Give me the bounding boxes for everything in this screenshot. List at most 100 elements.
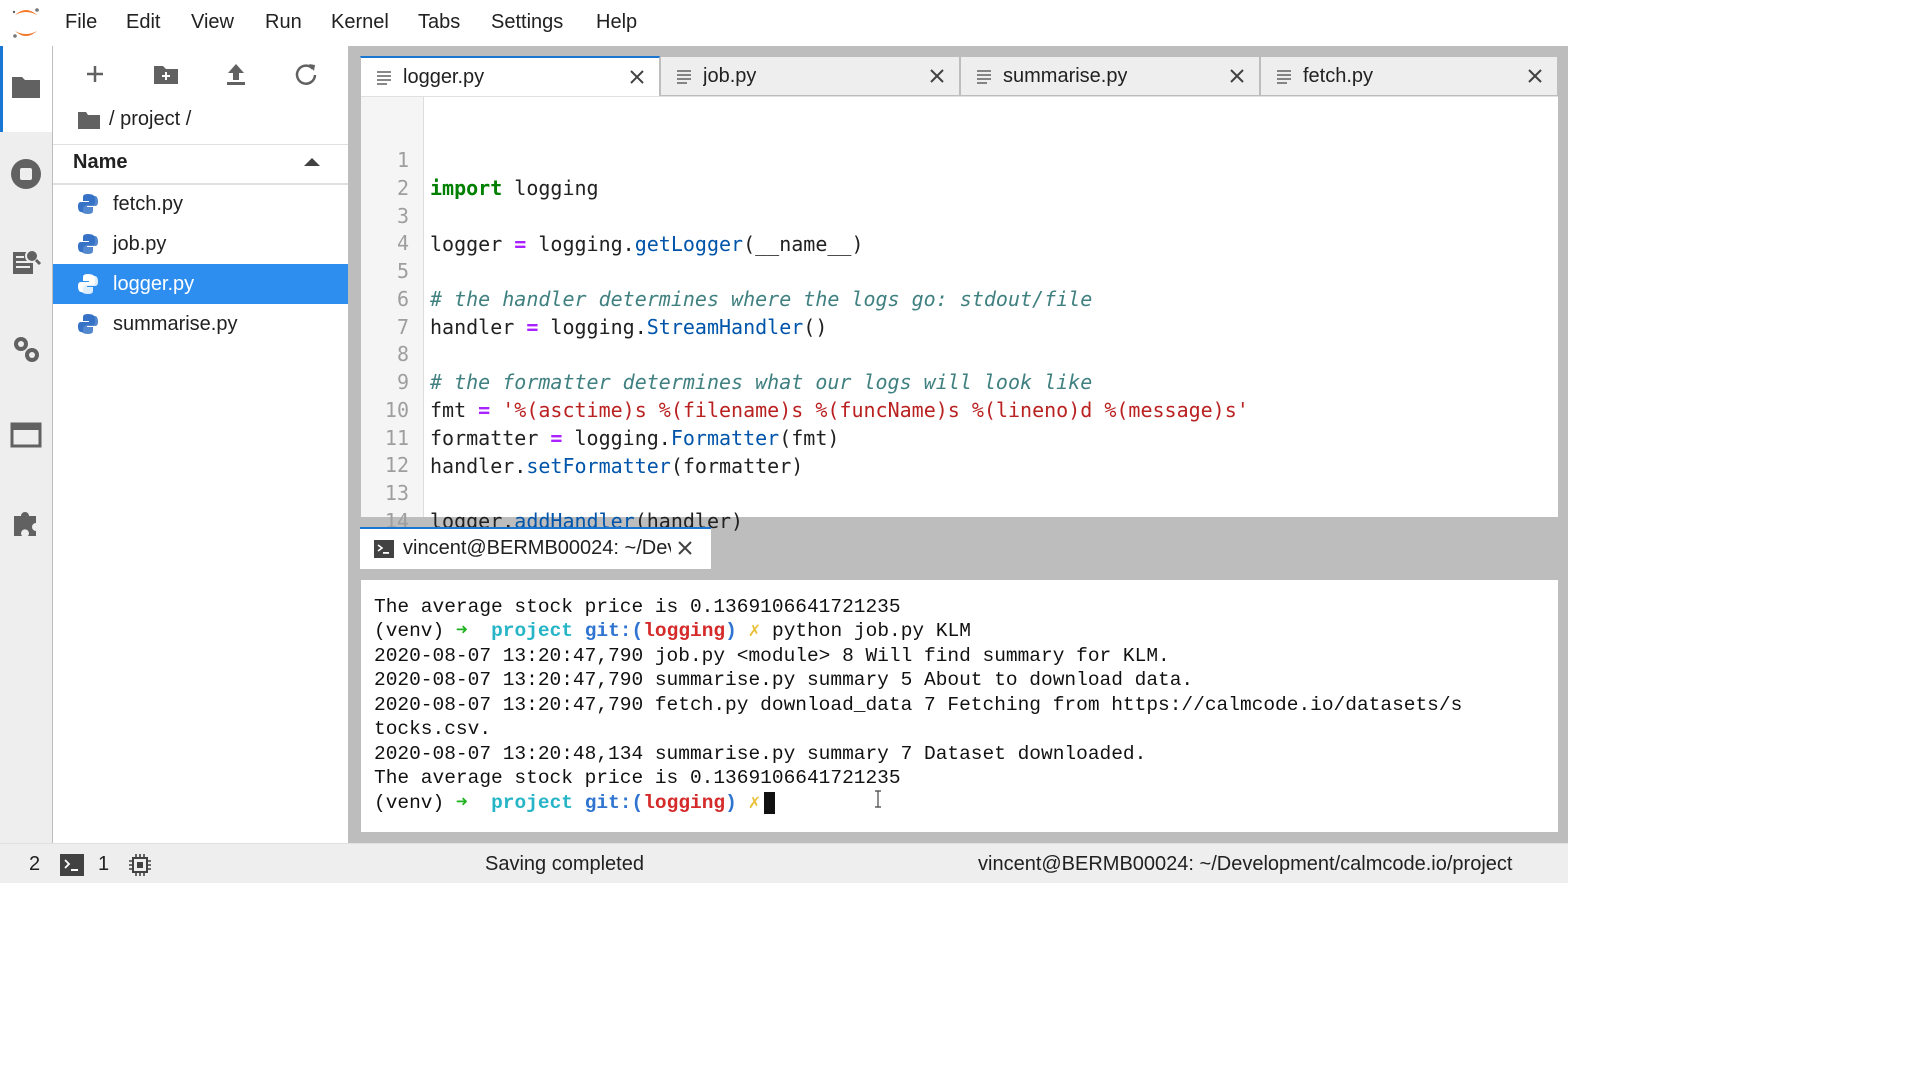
extensions-puzzle-icon[interactable] <box>10 506 42 538</box>
file-item[interactable]: summarise.py <box>53 304 348 344</box>
tab-terminal[interactable]: vincent@BERMB00024: ~/Development/calmco… <box>360 527 711 569</box>
listing-header[interactable]: Name <box>53 144 348 185</box>
prompt-branch: logging <box>643 792 726 814</box>
upload-icon[interactable] <box>222 60 250 88</box>
menu-file[interactable]: File <box>65 11 97 34</box>
function-name: getLogger <box>634 232 744 256</box>
terminal-line: 2020-08-07 13:20:48,134 summarise.py sum… <box>374 743 1147 765</box>
terminal-output[interactable]: The average stock price is 0.13691066417… <box>361 580 1558 832</box>
running-sessions-icon[interactable] <box>10 158 42 190</box>
menu-kernel[interactable]: Kernel <box>331 11 389 34</box>
keyword: import <box>430 176 503 200</box>
panel-splitter[interactable] <box>348 46 360 843</box>
close-icon[interactable] <box>675 538 695 558</box>
folder-icon[interactable] <box>77 110 101 130</box>
tab-label: logger.py <box>403 66 485 88</box>
code-line: 6 handler = logging.StreamHandler() <box>361 257 827 339</box>
close-icon[interactable] <box>627 67 647 87</box>
file-name: fetch.py <box>113 193 184 215</box>
tab-job-py[interactable]: job.py <box>660 56 960 96</box>
code-text: logger <box>430 232 515 256</box>
code-line: 5 # the handler determines where the log… <box>361 229 1092 311</box>
code-text: (fmt) <box>779 426 840 450</box>
code-line: 13 logger.addHandler(handler) <box>361 451 743 533</box>
text-file-icon <box>1277 70 1291 84</box>
kernel-count[interactable]: 1 <box>98 853 109 876</box>
code-text: logging <box>502 176 599 200</box>
tab-label: vincent@BERMB00024: ~/Development/calmco… <box>403 537 671 559</box>
sort-ascending-icon[interactable] <box>304 158 320 166</box>
comment: # the handler determines where the logs … <box>430 287 1093 311</box>
status-bar: 2 1 Saving completed vincent@BERMB00024:… <box>0 843 1568 883</box>
code-editor[interactable]: 1 import logging 2 3 logger = logging.ge… <box>361 96 1558 533</box>
comment: # the formatter determines what our logs… <box>430 370 1093 394</box>
commands-icon[interactable] <box>10 246 42 278</box>
code-line: 4 <box>361 201 409 255</box>
terminal-icon[interactable] <box>60 854 84 876</box>
jupyter-logo-icon <box>12 8 39 38</box>
close-icon[interactable] <box>927 66 947 86</box>
menu-help[interactable]: Help <box>596 11 637 34</box>
prompt-git-close: ) <box>725 620 737 642</box>
prompt-command: python job.py KLM <box>772 620 971 642</box>
breadcrumb: / project / <box>77 108 191 131</box>
kernel-chip-icon[interactable] <box>128 853 152 877</box>
terminal-line: 2020-08-07 13:20:47,790 fetch.py downloa… <box>374 694 1463 716</box>
string-literal: '%(asctime)s %(filename)s %(funcName)s %… <box>502 398 1249 422</box>
close-icon[interactable] <box>1227 66 1247 86</box>
tab-logger-py[interactable]: logger.py <box>360 56 660 97</box>
terminal-icon <box>374 540 394 558</box>
file-item[interactable]: job.py <box>53 224 348 264</box>
code-line: 12 <box>361 423 409 477</box>
file-item-selected[interactable]: logger.py <box>53 264 348 304</box>
menu-edit[interactable]: Edit <box>126 11 160 34</box>
tab-summarise-py[interactable]: summarise.py <box>960 56 1260 96</box>
file-item[interactable]: fetch.py <box>53 184 348 224</box>
code-text: (formatter) <box>670 454 804 478</box>
tab-fetch-py[interactable]: fetch.py <box>1260 56 1558 96</box>
file-name: summarise.py <box>113 313 238 335</box>
file-browser-panel: / project / Name fetch.py job.py logger.… <box>53 46 348 843</box>
code-text: (__name__) <box>743 232 864 256</box>
code-text: logging. <box>526 232 635 256</box>
prompt-branch: logging <box>643 620 726 642</box>
tabs-icon[interactable] <box>10 419 42 451</box>
menu-run[interactable]: Run <box>265 11 302 34</box>
prompt-arrow: ➜ <box>455 620 468 642</box>
code-line: 1 import logging <box>361 118 599 200</box>
new-launcher-plus-icon[interactable] <box>81 60 109 88</box>
breadcrumb-path[interactable]: / project / <box>109 108 191 131</box>
tab-label: job.py <box>703 65 757 87</box>
code-line: 9 fmt = '%(asctime)s %(filename)s %(func… <box>361 340 1249 422</box>
terminal-count[interactable]: 2 <box>29 853 40 876</box>
terminal-line: The average stock price is 0.13691066417… <box>374 767 901 789</box>
function-name: setFormatter <box>526 454 671 478</box>
menu-tabs[interactable]: Tabs <box>418 11 460 34</box>
prompt-dirty-mark: ✗ <box>748 792 761 814</box>
code-line: 10 formatter = logging.Formatter(fmt) <box>361 368 840 450</box>
gears-icon[interactable] <box>10 333 42 365</box>
prompt-git: git:( <box>584 620 644 642</box>
folder-icon[interactable] <box>10 71 42 103</box>
close-icon[interactable] <box>1525 66 1545 86</box>
terminal-prompt-line: (venv) ➜ project git:(logging) ✗ python … <box>374 619 971 644</box>
menu-view[interactable]: View <box>191 11 234 34</box>
function-name: StreamHandler <box>646 315 804 339</box>
menu-settings[interactable]: Settings <box>491 11 563 34</box>
operator: = <box>550 426 563 450</box>
python-file-icon <box>78 274 98 294</box>
terminal-tab-bar: vincent@BERMB00024: ~/Development/calmco… <box>360 527 1558 569</box>
prompt-project: project <box>491 792 573 814</box>
new-folder-icon[interactable] <box>152 60 180 88</box>
python-file-icon <box>78 194 98 214</box>
terminal-line: tocks.csv. <box>374 718 492 740</box>
prompt-dirty-mark: ✗ <box>748 620 761 642</box>
operator: = <box>526 315 539 339</box>
prompt-venv: (venv) <box>374 620 456 642</box>
text-file-icon <box>377 71 391 85</box>
function-name: Formatter <box>670 426 780 450</box>
column-name-header[interactable]: Name <box>73 151 127 174</box>
status-path: vincent@BERMB00024: ~/Development/calmco… <box>978 853 1513 875</box>
refresh-icon[interactable] <box>292 60 320 88</box>
